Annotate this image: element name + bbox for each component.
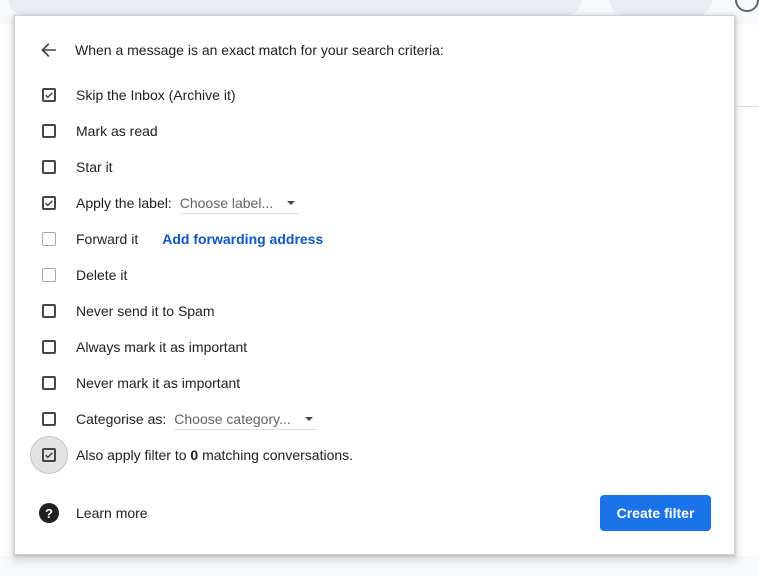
option-skip-inbox[interactable]: Skip the Inbox (Archive it) [39,85,236,105]
add-forwarding-address-link[interactable]: Add forwarding address [162,231,323,247]
apply-existing-label: Also apply filter to 0 matching conversa… [76,447,353,463]
mark-as-read-checkbox[interactable] [42,124,56,138]
always-important-checkbox[interactable] [42,340,56,354]
option-always-important[interactable]: Always mark it as important [39,337,247,357]
delete-it-checkbox[interactable] [42,268,56,282]
choose-category-value: Choose category... [174,410,291,427]
star-it-checkbox[interactable] [42,160,56,174]
never-spam-label: Never send it to Spam [76,303,215,319]
forward-it-checkbox [42,232,56,246]
option-never-important[interactable]: Never mark it as important [39,373,240,393]
mark-as-read-label: Mark as read [76,123,158,139]
dropdown-arrow-icon [287,200,296,205]
filter-actions-dialog: When a message is an exact match for you… [14,15,735,555]
never-spam-checkbox[interactable] [42,304,56,318]
option-star-it[interactable]: Star it [39,157,113,177]
dropdown-arrow-icon [304,416,313,421]
background-search-bar [8,0,582,16]
learn-more-row[interactable]: ? Learn more [39,503,148,523]
option-delete-it[interactable]: Delete it [39,265,127,285]
skip-inbox-checkbox[interactable] [42,88,56,102]
skip-inbox-label: Skip the Inbox (Archive it) [76,87,236,103]
choose-label-value: Choose label... [179,194,274,211]
apply-label-label: Apply the label: [76,195,172,211]
help-icon[interactable]: ? [39,503,59,523]
option-categorise[interactable]: Categorise as: Choose category... [39,409,317,430]
learn-more-link[interactable]: Learn more [76,505,148,521]
apply-existing-checkbox[interactable] [42,448,56,462]
background-pill [609,0,713,16]
background-divider [737,106,759,107]
create-filter-button[interactable]: Create filter [600,495,711,531]
dialog-header: When a message is an exact match for you… [39,40,444,60]
choose-label-dropdown[interactable]: Choose label... [179,193,300,214]
background-footer [0,556,759,576]
apply-label-checkbox[interactable] [42,196,56,210]
choose-category-dropdown[interactable]: Choose category... [174,409,317,430]
option-apply-existing[interactable]: Also apply filter to 0 matching conversa… [30,436,353,474]
matching-count: 0 [190,447,199,463]
categorise-label: Categorise as: [76,411,167,427]
categorise-checkbox[interactable] [42,412,56,426]
option-apply-label[interactable]: Apply the label: Choose label... [39,193,300,214]
never-important-label: Never mark it as important [76,375,241,391]
apply-existing-prefix: Also apply filter to [76,447,187,463]
star-it-label: Star it [76,159,113,175]
always-important-label: Always mark it as important [76,339,248,355]
dialog-header-text: When a message is an exact match for you… [75,42,444,58]
option-never-spam[interactable]: Never send it to Spam [39,301,215,321]
delete-it-label: Delete it [76,267,128,283]
option-mark-as-read[interactable]: Mark as read [39,121,158,141]
option-forward-it: Forward it Add forwarding address [39,229,323,249]
forward-it-label: Forward it [76,231,139,247]
arrow-back-icon[interactable] [39,40,59,60]
apply-existing-suffix: matching conversations. [202,447,354,463]
never-important-checkbox[interactable] [42,376,56,390]
